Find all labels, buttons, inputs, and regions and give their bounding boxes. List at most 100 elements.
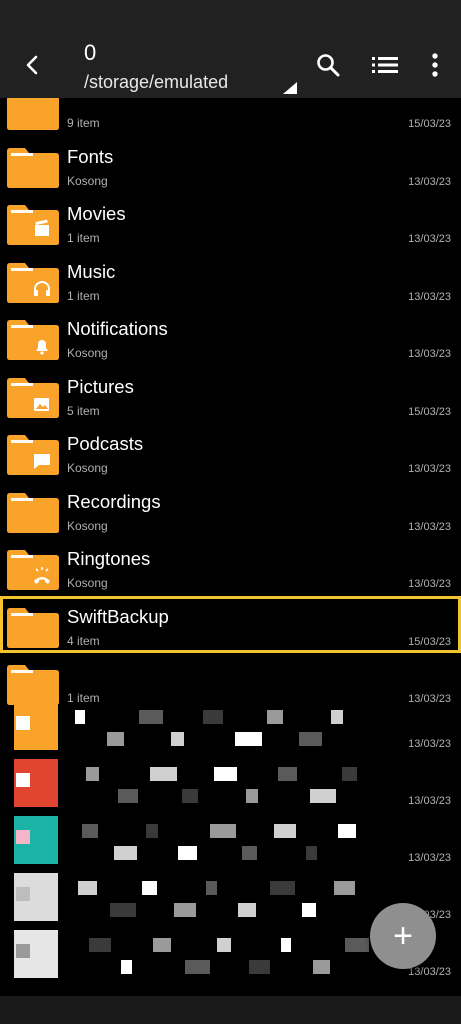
folder-icon (7, 320, 59, 360)
obscured-list-item[interactable]: 13/03/23 (0, 812, 461, 870)
obscured-list-item[interactable]: 13/03/23 (0, 755, 461, 813)
folder-icon (7, 607, 59, 648)
item-meta: 1 item (67, 288, 100, 303)
more-vertical-icon (432, 53, 438, 77)
obscured-text-block (342, 767, 357, 781)
list-item[interactable]: Pictures 5 item 15/03/23 (0, 366, 461, 424)
obscured-text-block (246, 789, 258, 803)
search-icon (317, 54, 340, 77)
folder-icon (7, 377, 59, 418)
item-date: 13/03/23 (408, 290, 451, 303)
obscured-text-block (210, 824, 236, 838)
obscured-text-block (238, 903, 256, 917)
list-item[interactable]: Recordings Kosong 13/03/23 (0, 481, 461, 539)
obscured-text-block (267, 710, 283, 724)
obscured-text-block (242, 846, 257, 860)
obscured-text-block (310, 789, 336, 803)
item-date: 15/03/23 (408, 405, 451, 418)
folder-icon (7, 147, 59, 188)
item-name: Recordings (67, 490, 161, 512)
item-date: 13/03/23 (408, 233, 451, 245)
item-name: Movies (67, 203, 126, 224)
item-meta: Kosong (67, 346, 108, 360)
item-date: 13/03/23 (408, 578, 451, 590)
item-meta: 5 item (67, 403, 100, 418)
list-item[interactable]: 9 item 15/03/23 (0, 98, 461, 136)
obscured-text-block (78, 881, 97, 895)
obscured-text-block (302, 903, 316, 917)
obscured-thumbnail-detail (16, 887, 30, 901)
obscured-text-block (107, 732, 124, 746)
obscured-text-block (278, 767, 297, 781)
obscured-text-block (118, 789, 138, 803)
obscured-text-block (146, 824, 158, 838)
item-meta: 9 item (67, 116, 100, 130)
list-item[interactable]: Ringtones Kosong 13/03/23 (0, 538, 461, 596)
obscured-text-block (313, 960, 330, 974)
more-options-button[interactable] (420, 50, 450, 80)
item-date: 13/03/23 (408, 852, 451, 864)
list-item[interactable]: Podcasts Kosong 13/03/23 (0, 423, 461, 481)
list-item[interactable]: Notifications Kosong 13/03/23 (0, 308, 461, 366)
item-date: 15/03/23 (408, 635, 451, 648)
obscured-thumbnail-detail (16, 830, 30, 844)
search-button[interactable] (313, 50, 343, 80)
folder-icon (7, 262, 59, 303)
obscured-text-block (114, 846, 137, 860)
obscured-text-block (142, 881, 157, 895)
item-name: SwiftBackup (67, 605, 169, 627)
obscured-text-block (306, 846, 317, 860)
obscured-text-block (345, 938, 369, 952)
folder-icon (7, 98, 59, 130)
folder-icon (7, 435, 59, 475)
obscured-text-block (299, 732, 322, 746)
obscured-thumbnail-detail (16, 716, 30, 730)
list-item[interactable]: SwiftBackup 4 item 15/03/23 (0, 595, 461, 653)
obscured-list-item[interactable]: 13/03/23 (0, 698, 461, 756)
add-button[interactable]: + (370, 903, 436, 969)
item-date: 13/03/23 (408, 520, 451, 533)
item-meta: 1 item (67, 231, 100, 245)
item-name: Fonts (67, 145, 114, 167)
chevron-left-icon (26, 55, 38, 75)
obscured-text-block (185, 960, 210, 974)
obscured-text-block (235, 732, 262, 746)
item-date: 13/03/23 (408, 795, 451, 807)
obscured-text-block (121, 960, 132, 974)
list-item[interactable]: Movies 1 item 13/03/23 (0, 193, 461, 251)
item-name: Pictures (67, 375, 134, 397)
file-list[interactable]: 9 item 15/03/23 Fonts Kosong 13/03/23 Movies 1… (0, 98, 461, 996)
item-meta: Kosong (67, 173, 108, 188)
obscured-thumbnail-detail (16, 773, 30, 787)
obscured-text-block (249, 960, 270, 974)
obscured-text-block (338, 824, 356, 838)
list-item[interactable]: Fonts Kosong 13/03/23 (0, 136, 461, 194)
item-date: 13/03/23 (408, 175, 451, 188)
obscured-text-block (182, 789, 198, 803)
obscured-text-block (174, 903, 196, 917)
obscured-text-block (203, 710, 223, 724)
system-nav-bar (0, 996, 461, 1024)
obscured-text-block (214, 767, 237, 781)
obscured-text-block (139, 710, 163, 724)
obscured-text-block (334, 881, 355, 895)
item-meta: Kosong (67, 461, 108, 475)
obscured-text-block (331, 710, 343, 724)
current-path[interactable]: /storage/emulated (84, 72, 228, 93)
list-item[interactable]: Music 1 item 13/03/23 (0, 251, 461, 309)
list-view-icon (372, 57, 398, 73)
obscured-text-block (217, 938, 231, 952)
item-name: Ringtones (67, 548, 151, 569)
item-date: 13/03/23 (408, 738, 451, 750)
item-meta: Kosong (67, 576, 108, 590)
dropdown-corner-icon[interactable] (283, 82, 297, 94)
folder-icon (7, 550, 59, 590)
view-mode-button[interactable] (370, 50, 400, 80)
folder-icon (7, 205, 59, 245)
obscured-text-block (178, 846, 197, 860)
obscured-text-block (150, 767, 177, 781)
back-button[interactable] (18, 50, 48, 80)
app-bar: 0 /storage/emulated (0, 0, 461, 98)
item-name: Notifications (67, 318, 168, 339)
obscured-text-block (82, 824, 98, 838)
